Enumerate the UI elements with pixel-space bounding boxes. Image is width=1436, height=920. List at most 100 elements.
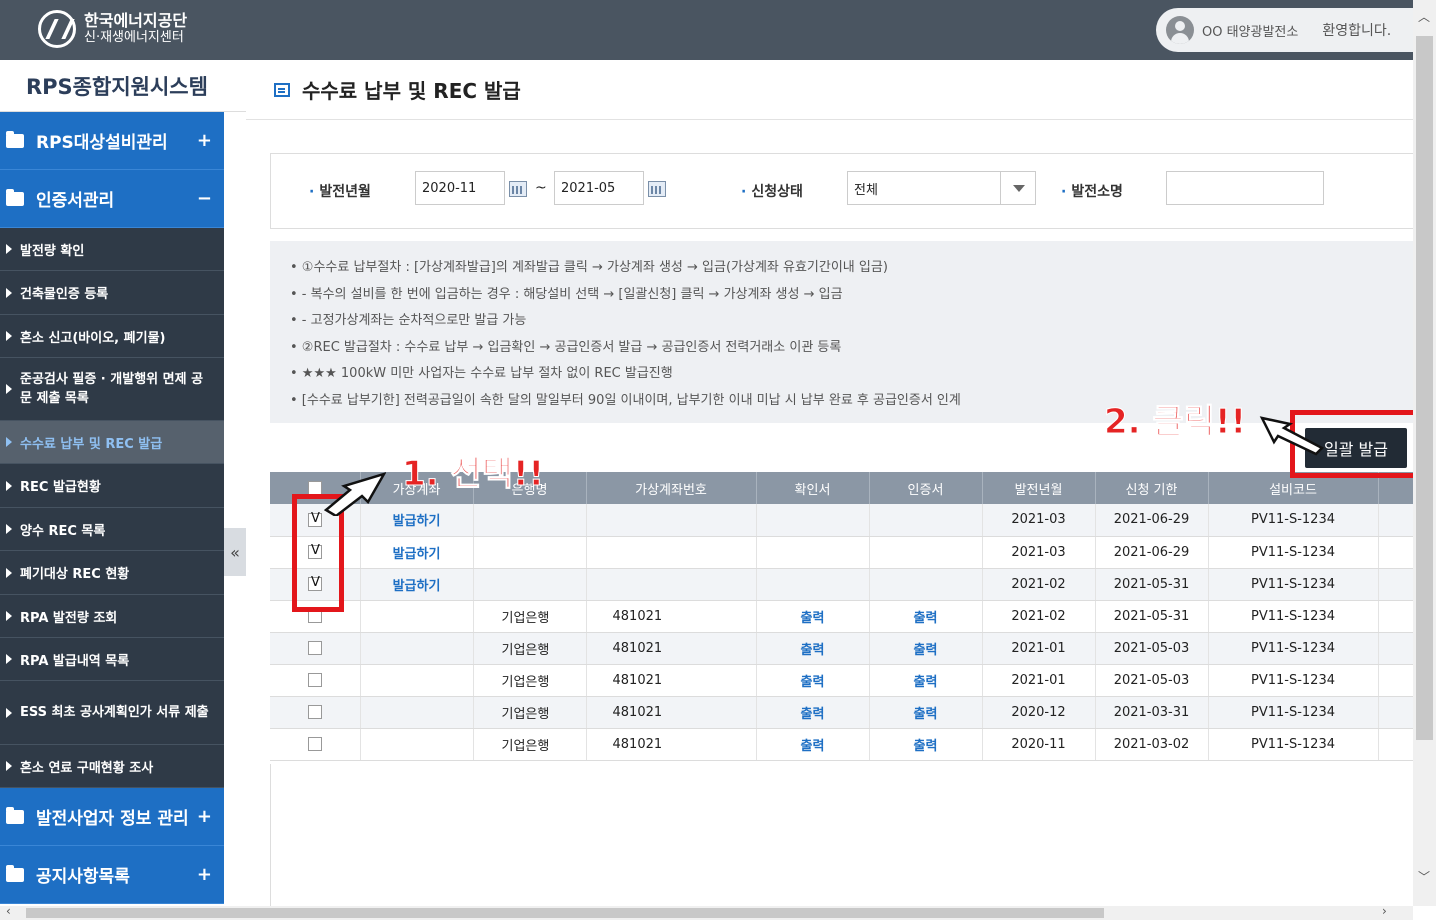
sidebar-item-ess-docs[interactable]: ESS 최초 공사계획인가 서류 제출 (0, 681, 224, 745)
deadline-cell: 2021-06-29 (1095, 504, 1209, 537)
menu-label: 발전사업자 정보 관리 (36, 809, 189, 829)
search-panel: 발전년월 2020-11 ~ 2021-05 신청상태 전체 발전소명 (270, 153, 1413, 229)
extra-cell (1378, 568, 1414, 601)
calendar-icon[interactable] (648, 181, 666, 197)
menu-rps-facility[interactable]: RPS대상설비관리 + (0, 112, 224, 170)
scroll-down-icon[interactable]: ﹀ (1418, 868, 1430, 885)
col-account-no: 가상계좌번호 (586, 472, 757, 504)
confirm-print-cell (756, 504, 870, 537)
bank-cell: 기업은행 (473, 600, 587, 633)
vertical-scrollbar[interactable]: ︿ ﹀ (1413, 0, 1436, 906)
sidebar-item-rec-status[interactable]: REC 발급현황 (0, 464, 224, 508)
code-cell: PV11-S-1234 (1208, 664, 1379, 697)
bullet-icon (6, 524, 12, 534)
bank-cell: 기업은행 (473, 664, 587, 697)
vaccount-cell[interactable]: 발급하기 (360, 536, 474, 569)
sidebar-collapse-button[interactable]: « (224, 528, 246, 576)
scroll-up-icon[interactable]: ︿ (1418, 8, 1430, 25)
account-no-cell: 481021 (586, 696, 757, 729)
cert-print-cell (869, 568, 983, 601)
menu-certificate[interactable]: 인증서관리 − (0, 170, 224, 228)
code-cell: PV11-S-1234 (1208, 696, 1379, 729)
status-label: 신청상태 (741, 181, 803, 201)
confirm-print-cell[interactable]: 출력 (756, 664, 870, 697)
vaccount-cell (360, 728, 474, 761)
main-content: 수수료 납부 및 REC 발급 발전년월 2020-11 ~ 2021-05 신… (246, 60, 1418, 910)
calendar-icon[interactable] (509, 181, 527, 197)
sidebar-item-transfer-rec[interactable]: 양수 REC 목록 (0, 508, 224, 551)
confirm-print-cell[interactable]: 출력 (756, 600, 870, 633)
notice-line: • ★★★ 100kW 미만 사업자는 수수료 납부 절차 없이 REC 발급진… (290, 366, 673, 381)
month-cell: 2021-02 (982, 600, 1096, 633)
sidebar-item-disposal-rec[interactable]: 폐기대상 REC 현황 (0, 551, 224, 595)
menu-label: RPS대상설비관리 (36, 133, 168, 153)
fee-table: 가상계좌 은행명 가상계좌번호 확인서 인증서 발전년월 신청 기한 설비코드 … (270, 472, 1414, 761)
row-checkbox[interactable] (308, 641, 322, 655)
date-to-input[interactable]: 2021-05 (554, 171, 644, 205)
account-no-cell: 481021 (586, 632, 757, 665)
sidebar-item-fee-rec[interactable]: 수수료 납부 및 REC 발급 (0, 421, 224, 464)
vaccount-cell (360, 696, 474, 729)
status-selected-value: 전체 (854, 182, 878, 198)
cert-print-cell[interactable]: 출력 (869, 664, 983, 697)
confirm-print-cell[interactable]: 출력 (756, 696, 870, 729)
col-cert: 인증서 (869, 472, 983, 504)
menu-notice[interactable]: 공지사항목록 + (0, 846, 224, 904)
arrow-pointer-icon (324, 472, 386, 516)
expand-icon: + (196, 130, 212, 151)
cert-print-cell[interactable]: 출력 (869, 728, 983, 761)
sidebar-item-building-cert[interactable]: 건축물인증 등록 (0, 271, 224, 315)
select-all-checkbox[interactable] (308, 481, 322, 495)
cert-print-cell[interactable]: 출력 (869, 696, 983, 729)
sidebar-item-cofiring-report[interactable]: 혼소 신고(바이오, 폐기물) (0, 315, 224, 358)
collapse-icon: − (196, 188, 212, 209)
confirm-print-cell[interactable]: 출력 (756, 632, 870, 665)
bullet-icon (6, 611, 12, 621)
month-cell: 2021-01 (982, 632, 1096, 665)
user-name: OO 태양광발전소 (1202, 24, 1299, 40)
vaccount-cell[interactable]: 발급하기 (360, 568, 474, 601)
folder-icon (6, 188, 24, 206)
sidebar-item-inspection-docs[interactable]: 준공검사 필증 · 개발행위 면제 공문 제출 목록 (0, 358, 224, 421)
deadline-cell: 2021-03-02 (1095, 728, 1209, 761)
table-row: 발급하기 2021-022021-05-31PV11-S-1234 (270, 568, 1414, 601)
cert-print-cell[interactable]: 출력 (869, 632, 983, 665)
scroll-right-icon[interactable]: › (1382, 904, 1387, 918)
row-checkbox[interactable] (308, 705, 322, 719)
page-title: 수수료 납부 및 REC 발급 (302, 79, 521, 103)
date-from-input[interactable]: 2020-11 (415, 171, 505, 205)
sidebar-item-label: 발전량 확인 (20, 243, 85, 259)
menu-label: 공지사항목록 (36, 867, 130, 887)
row-checkbox-cell (270, 728, 361, 761)
table-row: 발급하기 2021-032021-06-29PV11-S-1234 (270, 536, 1414, 569)
system-title[interactable]: RPS종합지원시스템 (0, 60, 246, 112)
confirm-print-cell[interactable]: 출력 (756, 728, 870, 761)
bullet-icon (6, 707, 12, 718)
bullet-icon (6, 480, 12, 491)
plant-name-input[interactable] (1166, 171, 1324, 205)
menu-operator-info[interactable]: 발전사업자 정보 관리 + (0, 788, 224, 846)
sidebar-item-label: 양수 REC 목록 (20, 523, 106, 539)
sidebar-item-fuel-survey[interactable]: 혼소 연료 구매현황 조사 (0, 745, 224, 788)
horizontal-scrollbar[interactable]: ‹ › (0, 904, 1413, 920)
col-confirm: 확인서 (756, 472, 870, 504)
chevron-down-icon[interactable] (1000, 171, 1036, 205)
deadline-cell: 2021-05-31 (1095, 568, 1209, 601)
row-checkbox[interactable] (308, 673, 322, 687)
sidebar-item-rpa-generation[interactable]: RPA 발전량 조회 (0, 595, 224, 638)
row-checkbox[interactable] (308, 737, 322, 751)
scroll-thumb[interactable] (26, 908, 1104, 918)
account-no-cell: 481021 (586, 600, 757, 633)
sidebar-item-label: 혼소 연료 구매현황 조사 (20, 760, 154, 776)
org-logo[interactable]: 한국에너지공단 신·재생에너지센터 (38, 10, 187, 48)
sidebar-item-generation-check[interactable]: 발전량 확인 (0, 228, 224, 271)
cert-print-cell[interactable]: 출력 (869, 600, 983, 633)
month-cell: 2021-03 (982, 536, 1096, 569)
scroll-left-icon[interactable]: ‹ (6, 904, 11, 918)
scroll-thumb[interactable] (1416, 36, 1433, 740)
bullet-icon (6, 761, 12, 771)
code-cell: PV11-S-1234 (1208, 504, 1379, 537)
table-row: 기업은행 481021 출력 출력 2020-11 2021-03-02 PV11-S-12… (270, 728, 1414, 761)
top-bar: 한국에너지공단 신·재생에너지센터 OO 태양광발전소 환영합니다. (0, 0, 1413, 60)
sidebar-item-rpa-issuance[interactable]: RPA 발급내역 목록 (0, 638, 224, 681)
